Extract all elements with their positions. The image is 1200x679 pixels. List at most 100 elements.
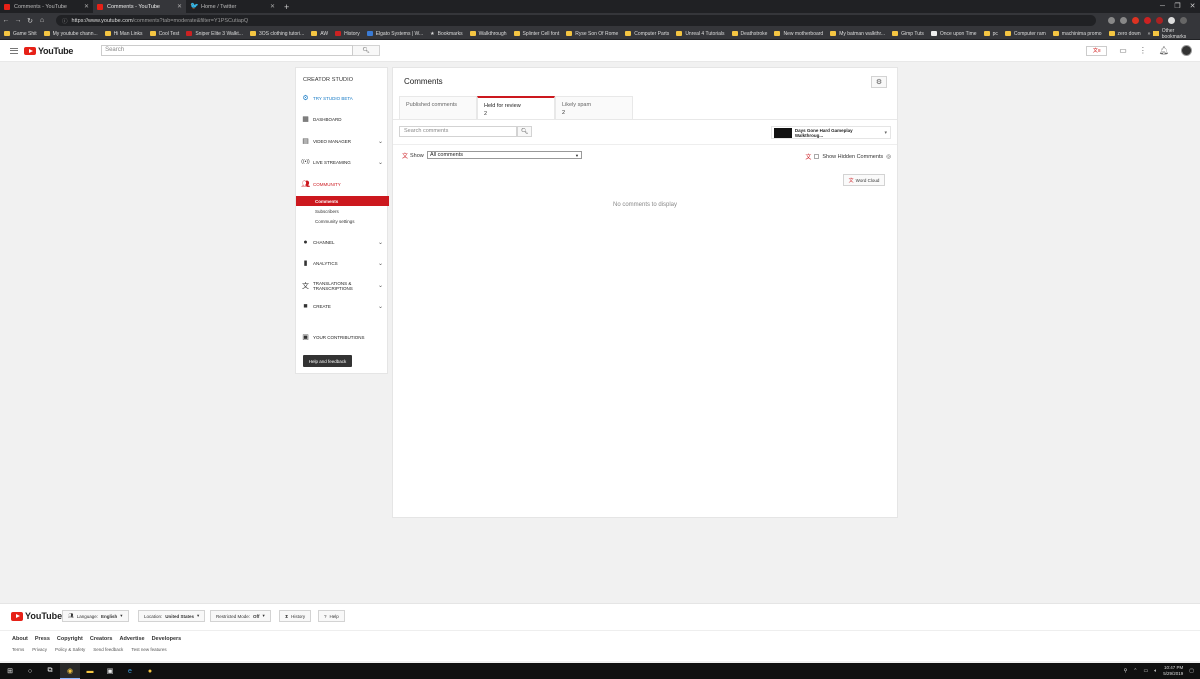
bookmark[interactable]: My youtube chann... — [43, 31, 105, 37]
maximize-icon[interactable]: ❐ — [1170, 0, 1185, 13]
footer-link[interactable]: Advertise — [120, 636, 145, 642]
url-bar[interactable]: ⓘ https://www.youtube.com/comments?tab=m… — [56, 15, 1096, 26]
minimize-icon[interactable]: ─ — [1155, 0, 1170, 13]
star-icon[interactable] — [1120, 17, 1127, 24]
back-icon[interactable]: ← — [0, 17, 12, 24]
chevron-down-icon[interactable]: ⌄ — [378, 260, 383, 267]
app-icon[interactable]: ● — [140, 663, 160, 679]
sidebar-item-studio-beta[interactable]: ⚙ TRY STUDIO BETA — [296, 93, 389, 103]
close-window-icon[interactable]: ✕ — [1185, 0, 1200, 13]
forward-icon[interactable]: → — [12, 17, 24, 24]
sidebar-item-live-streaming[interactable]: ((•)) LIVE STREAMING ⌄ — [296, 157, 389, 167]
bookmark[interactable]: Sniper Elite 3 Walkt... — [186, 31, 250, 37]
bookmark[interactable]: pc — [983, 31, 1005, 37]
menu-icon[interactable] — [10, 47, 18, 54]
menu-icon[interactable] — [1180, 17, 1187, 24]
info-icon[interactable]: ⓘ — [62, 17, 68, 25]
show-filter-select[interactable]: All comments ▼ — [427, 151, 582, 159]
upload-icon[interactable]: ▭ — [1119, 46, 1127, 55]
footer-link[interactable]: Test new features — [131, 647, 166, 652]
restricted-mode-button[interactable]: Restricted Mode: Off ▾ — [210, 610, 271, 622]
pinterest-icon[interactable] — [1132, 17, 1139, 24]
settings-button[interactable]: ⚙ — [871, 76, 887, 88]
eye-off-icon[interactable]: ◎ — [886, 154, 891, 160]
chrome-icon[interactable]: ◉ — [60, 663, 80, 679]
footer-link[interactable]: Privacy — [32, 647, 47, 652]
browser-tab[interactable]: Comments - YouTube ✕ — [0, 0, 93, 13]
tab-held-for-review[interactable]: Held for review 2 — [477, 96, 555, 119]
reload-icon[interactable]: ↻ — [24, 17, 36, 25]
footer-link[interactable]: Terms — [12, 647, 24, 652]
bookmark[interactable]: Unreal 4 Tutorials — [676, 31, 731, 37]
bookmark[interactable]: History — [335, 31, 367, 37]
bookmark[interactable]: zero down — [1108, 31, 1148, 37]
sidebar-subitem-comments[interactable]: Comments — [296, 196, 389, 206]
zoom-icon[interactable] — [1108, 17, 1115, 24]
close-tab-icon[interactable]: ✕ — [270, 3, 275, 10]
sidebar-item-translations[interactable]: 文 TRANSLATIONS & TRANSCRIPTIONS ⌄ — [296, 280, 389, 292]
notifications-icon[interactable]: ▢ — [1189, 668, 1194, 674]
bookmark[interactable]: Gimp Tuts — [892, 31, 931, 37]
footer-link[interactable]: Copyright — [57, 636, 83, 642]
tab-published-comments[interactable]: Published comments — [399, 96, 477, 119]
sidebar-item-dashboard[interactable]: ▦ DASHBOARD — [296, 114, 389, 124]
tab-likely-spam[interactable]: Likely spam 2 — [555, 96, 633, 119]
footer-link[interactable]: Developers — [152, 636, 182, 642]
task-view-icon[interactable]: ⧉ — [40, 663, 60, 679]
bell-icon[interactable]: 🔔︎ — [1159, 46, 1169, 55]
chevron-down-icon[interactable]: ⌄ — [378, 159, 383, 166]
search-comments-button[interactable]: 🔍︎ — [517, 126, 532, 137]
edge-icon[interactable]: e — [120, 663, 140, 679]
footer-link[interactable]: Press — [35, 636, 50, 642]
help-feedback-button[interactable]: Help and feedback — [303, 355, 352, 367]
chevron-down-icon[interactable]: ⌄ — [378, 239, 383, 246]
search-button[interactable]: 🔍︎ — [353, 45, 381, 56]
bookmark[interactable]: ★ Bookmarks — [430, 31, 470, 37]
footer-link[interactable]: About — [12, 636, 28, 642]
extension-icon[interactable] — [1156, 17, 1163, 24]
language-button[interactable]: 👥︎ Language: English ▾ — [62, 610, 129, 622]
bookmark[interactable]: Ryse Son Of Rome — [566, 31, 625, 37]
network-icon[interactable]: ⚲ — [1124, 668, 1128, 674]
chevron-down-icon[interactable]: ⌄ — [378, 138, 383, 145]
footer-youtube-logo[interactable]: YouTube — [11, 611, 62, 621]
extension-icon[interactable] — [1168, 17, 1175, 24]
bookmark[interactable]: Computer Parts — [625, 31, 676, 37]
chevron-up-icon[interactable]: ⌃ — [1133, 668, 1137, 674]
sidebar-item-channel[interactable]: ● CHANNEL ⌄ — [296, 237, 389, 247]
new-tab-button[interactable]: + — [279, 0, 294, 13]
clock[interactable]: 10:47 PM 5/29/2019 — [1163, 665, 1183, 677]
bookmark[interactable]: AW — [311, 31, 335, 37]
video-selector[interactable]: Days Gone Hard Gameplay Walkthroug... ▾ — [771, 126, 891, 139]
bookmark[interactable]: Once upon Time — [930, 31, 984, 37]
search-input[interactable]: Search — [101, 45, 354, 56]
footer-link[interactable]: Policy & Safety — [55, 647, 85, 652]
browser-tab[interactable]: 🐦 Home / Twitter ✕ — [186, 0, 279, 13]
sidebar-item-video-manager[interactable]: ▤ VIDEO MANAGER ⌄ — [296, 136, 389, 146]
translate-icon[interactable]: 文≡ — [1086, 45, 1108, 56]
footer-link[interactable]: Send feedback — [93, 647, 123, 652]
history-button[interactable]: ⧗ History — [279, 610, 312, 622]
sidebar-item-community[interactable]: 👥︎ COMMUNITY — [296, 179, 389, 189]
file-explorer-icon[interactable]: ▬ — [80, 663, 100, 679]
browser-tab-active[interactable]: Comments - YouTube ✕ — [93, 0, 186, 13]
location-button[interactable]: Location: United States ▾ — [138, 610, 206, 622]
chevron-down-icon[interactable]: ⌄ — [378, 303, 383, 310]
youtube-logo[interactable]: YouTube — [24, 46, 73, 56]
extension-icon[interactable] — [1144, 17, 1151, 24]
bookmark[interactable]: Deathstroke — [731, 31, 775, 37]
help-button[interactable]: ? Help — [318, 610, 345, 622]
word-cloud-button[interactable]: 文 Word Cloud — [843, 174, 885, 186]
sidebar-item-analytics[interactable]: ▮ ANALYTICS ⌄ — [296, 258, 389, 268]
bookmark[interactable]: Computer ram — [1004, 31, 1053, 37]
footer-link[interactable]: Creators — [90, 636, 113, 642]
home-icon[interactable]: ⌂ — [36, 17, 48, 24]
bookmark[interactable]: machinima promo — [1052, 31, 1109, 37]
bookmark[interactable]: Game Shit — [4, 31, 44, 37]
chevron-down-icon[interactable]: ⌄ — [378, 282, 383, 289]
chevron-right-icon[interactable]: » — [1148, 31, 1151, 37]
cortana-icon[interactable]: ○ — [20, 663, 40, 679]
volume-icon[interactable]: 🔈︎ — [1154, 668, 1157, 674]
close-tab-icon[interactable]: ✕ — [177, 3, 182, 10]
sidebar-subitem-subscribers[interactable]: Subscribers — [296, 206, 389, 216]
